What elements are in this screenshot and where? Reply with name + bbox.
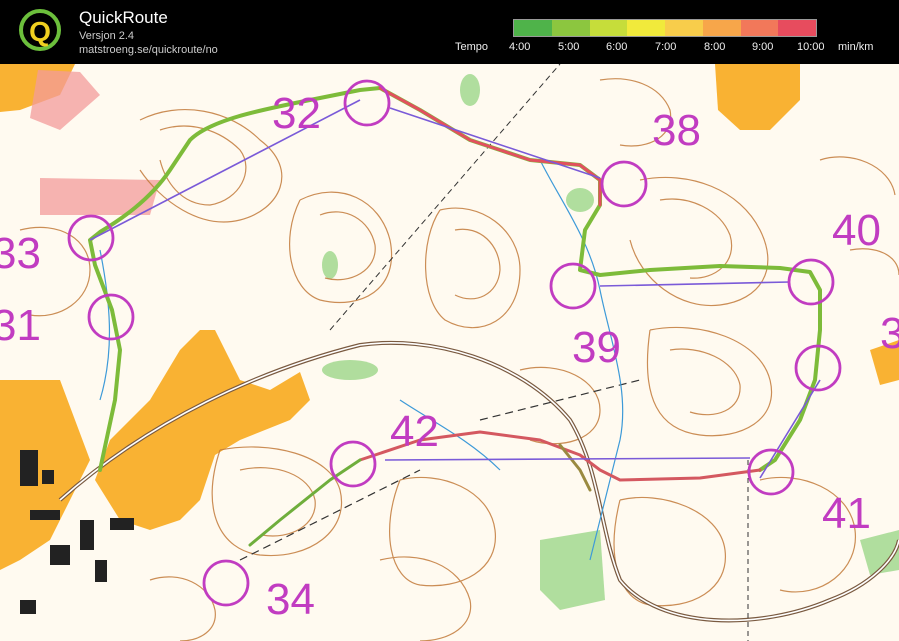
pace-unit: min/km xyxy=(838,41,874,53)
pace-color-segment xyxy=(778,20,816,36)
app-title: QuickRoute xyxy=(79,8,168,27)
pace-color-segment xyxy=(740,20,779,36)
map-canvas: 32 33 31 38 40 39 42 41 34 3 xyxy=(0,64,899,641)
control-number: 32 xyxy=(272,89,321,138)
control-circle-31 xyxy=(87,293,135,341)
pace-tick: 5:00 xyxy=(558,41,580,53)
pace-color-segment xyxy=(589,20,628,36)
pace-color-segment xyxy=(514,20,552,36)
control-number: 33 xyxy=(0,229,41,278)
control-circles xyxy=(67,79,842,607)
pace-color-segment xyxy=(627,20,665,36)
contour-lines xyxy=(19,78,899,641)
restricted-area xyxy=(30,70,160,215)
control-circle-38 xyxy=(600,160,648,208)
control-numbers: 32 33 31 38 40 39 42 41 34 3 xyxy=(0,89,899,624)
svg-text:Q: Q xyxy=(29,16,51,47)
control-circle-39 xyxy=(549,262,597,310)
orienteering-map[interactable]: 32 33 31 38 40 39 42 41 34 3 xyxy=(0,64,899,641)
control-number: 34 xyxy=(266,575,315,624)
pace-color-segment xyxy=(702,20,741,36)
pace-color-scale xyxy=(513,19,817,37)
pace-tick: 4:00 xyxy=(509,41,531,53)
control-number: 40 xyxy=(832,206,881,255)
quickroute-logo-icon: Q xyxy=(19,9,61,51)
pace-scale-label: Tempo xyxy=(455,41,489,53)
pace-tick: 7:00 xyxy=(655,41,677,53)
control-number: 42 xyxy=(390,407,439,456)
pace-tick: 8:00 xyxy=(704,41,726,53)
app-url[interactable]: matstroeng.se/quickroute/no xyxy=(79,44,218,56)
control-circle-34 xyxy=(202,559,250,607)
control-number: 3 xyxy=(880,309,899,358)
control-number: 41 xyxy=(822,489,871,538)
app-version: Versjon 2.4 xyxy=(79,30,135,42)
pace-color-segment xyxy=(665,20,703,36)
control-circle-40 xyxy=(787,258,835,306)
pace-tick: 9:00 xyxy=(752,41,774,53)
pace-tick: 10:00 xyxy=(797,41,825,53)
control-number: 39 xyxy=(572,323,621,372)
pace-tick: 6:00 xyxy=(606,41,628,53)
pace-color-segment xyxy=(551,20,590,36)
control-number: 38 xyxy=(652,106,701,155)
control-number: 31 xyxy=(0,301,41,350)
header-bar: Q QuickRoute Versjon 2.4 matstroeng.se/q… xyxy=(0,0,899,64)
